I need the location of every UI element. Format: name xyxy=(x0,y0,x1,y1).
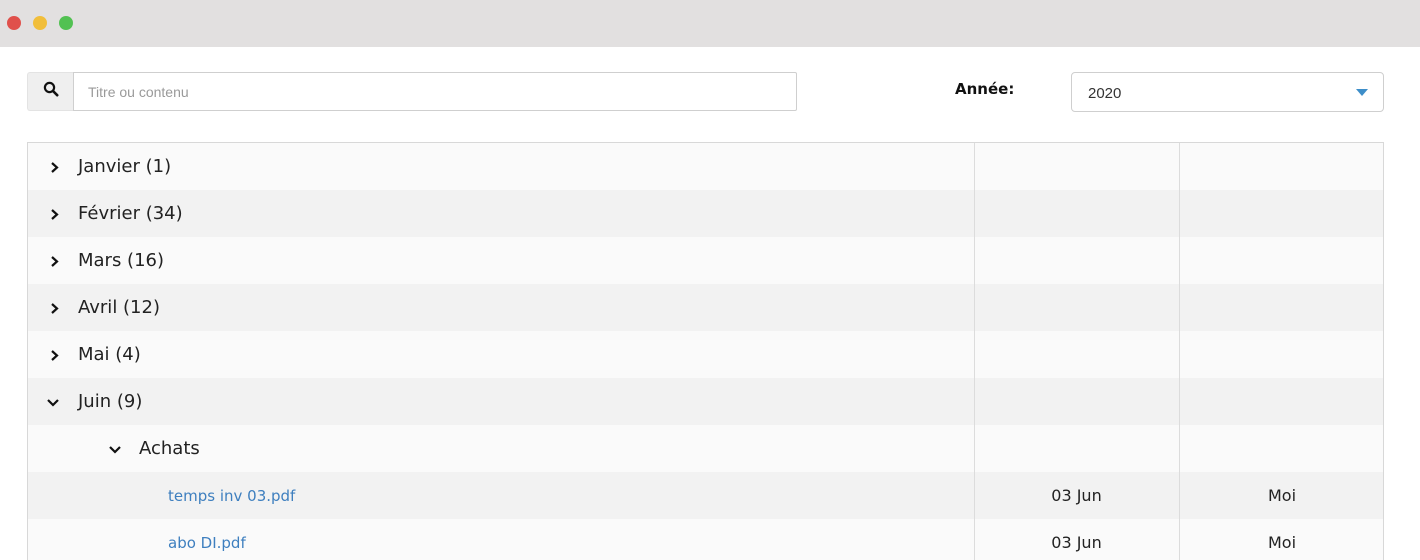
chevron-down-icon xyxy=(109,446,121,454)
chevron-down-icon xyxy=(47,399,59,407)
month-label: Mai (4) xyxy=(78,344,141,365)
tree-row-month[interactable]: Mars (16) xyxy=(28,237,1383,284)
chevron-right-icon xyxy=(51,162,59,173)
month-label: Mars (16) xyxy=(78,250,165,271)
tree-row-file[interactable]: abo DI.pdf 03 Jun Moi xyxy=(28,519,1383,560)
search-icon xyxy=(43,81,59,102)
file-date: 03 Jun xyxy=(1051,486,1102,505)
month-label: Janvier (1) xyxy=(78,156,172,177)
month-label: Juin (9) xyxy=(78,391,143,412)
month-label: Février (34) xyxy=(78,203,183,224)
column-divider-date xyxy=(974,143,975,560)
chevron-right-icon xyxy=(51,350,59,361)
year-select[interactable]: 2020 xyxy=(1071,72,1384,112)
file-link[interactable]: abo DI.pdf xyxy=(168,534,246,552)
column-divider-owner xyxy=(1179,143,1180,560)
maximize-window-button[interactable] xyxy=(59,16,73,30)
search-button[interactable] xyxy=(27,72,73,111)
caret-down-icon xyxy=(1356,89,1368,96)
chevron-right-icon xyxy=(51,209,59,220)
folder-label: Achats xyxy=(139,438,200,459)
month-label: Avril (12) xyxy=(78,297,160,318)
tree-row-month[interactable]: Avril (12) xyxy=(28,284,1383,331)
file-link[interactable]: temps inv 03.pdf xyxy=(168,487,295,505)
chevron-right-icon xyxy=(51,303,59,314)
tree-row-month[interactable]: Janvier (1) xyxy=(28,143,1383,190)
file-owner: Moi xyxy=(1267,533,1297,552)
search-input[interactable] xyxy=(73,72,797,111)
year-select-value: 2020 xyxy=(1088,85,1122,102)
window-titlebar xyxy=(0,0,1420,47)
tree-row-file[interactable]: temps inv 03.pdf 03 Jun Moi xyxy=(28,472,1383,519)
documents-tree: Janvier (1) Février (34) Mars (16) Avril… xyxy=(27,142,1384,560)
file-date: 03 Jun xyxy=(1051,533,1102,552)
tree-row-month[interactable]: Février (34) xyxy=(28,190,1383,237)
close-window-button[interactable] xyxy=(7,16,21,30)
file-owner: Moi xyxy=(1267,486,1297,505)
tree-row-folder[interactable]: Achats xyxy=(28,425,1383,472)
tree-row-month-expanded[interactable]: Juin (9) xyxy=(28,378,1383,425)
minimize-window-button[interactable] xyxy=(33,16,47,30)
year-filter-label: Année: xyxy=(955,80,1015,98)
chevron-right-icon xyxy=(51,256,59,267)
tree-row-month[interactable]: Mai (4) xyxy=(28,331,1383,378)
